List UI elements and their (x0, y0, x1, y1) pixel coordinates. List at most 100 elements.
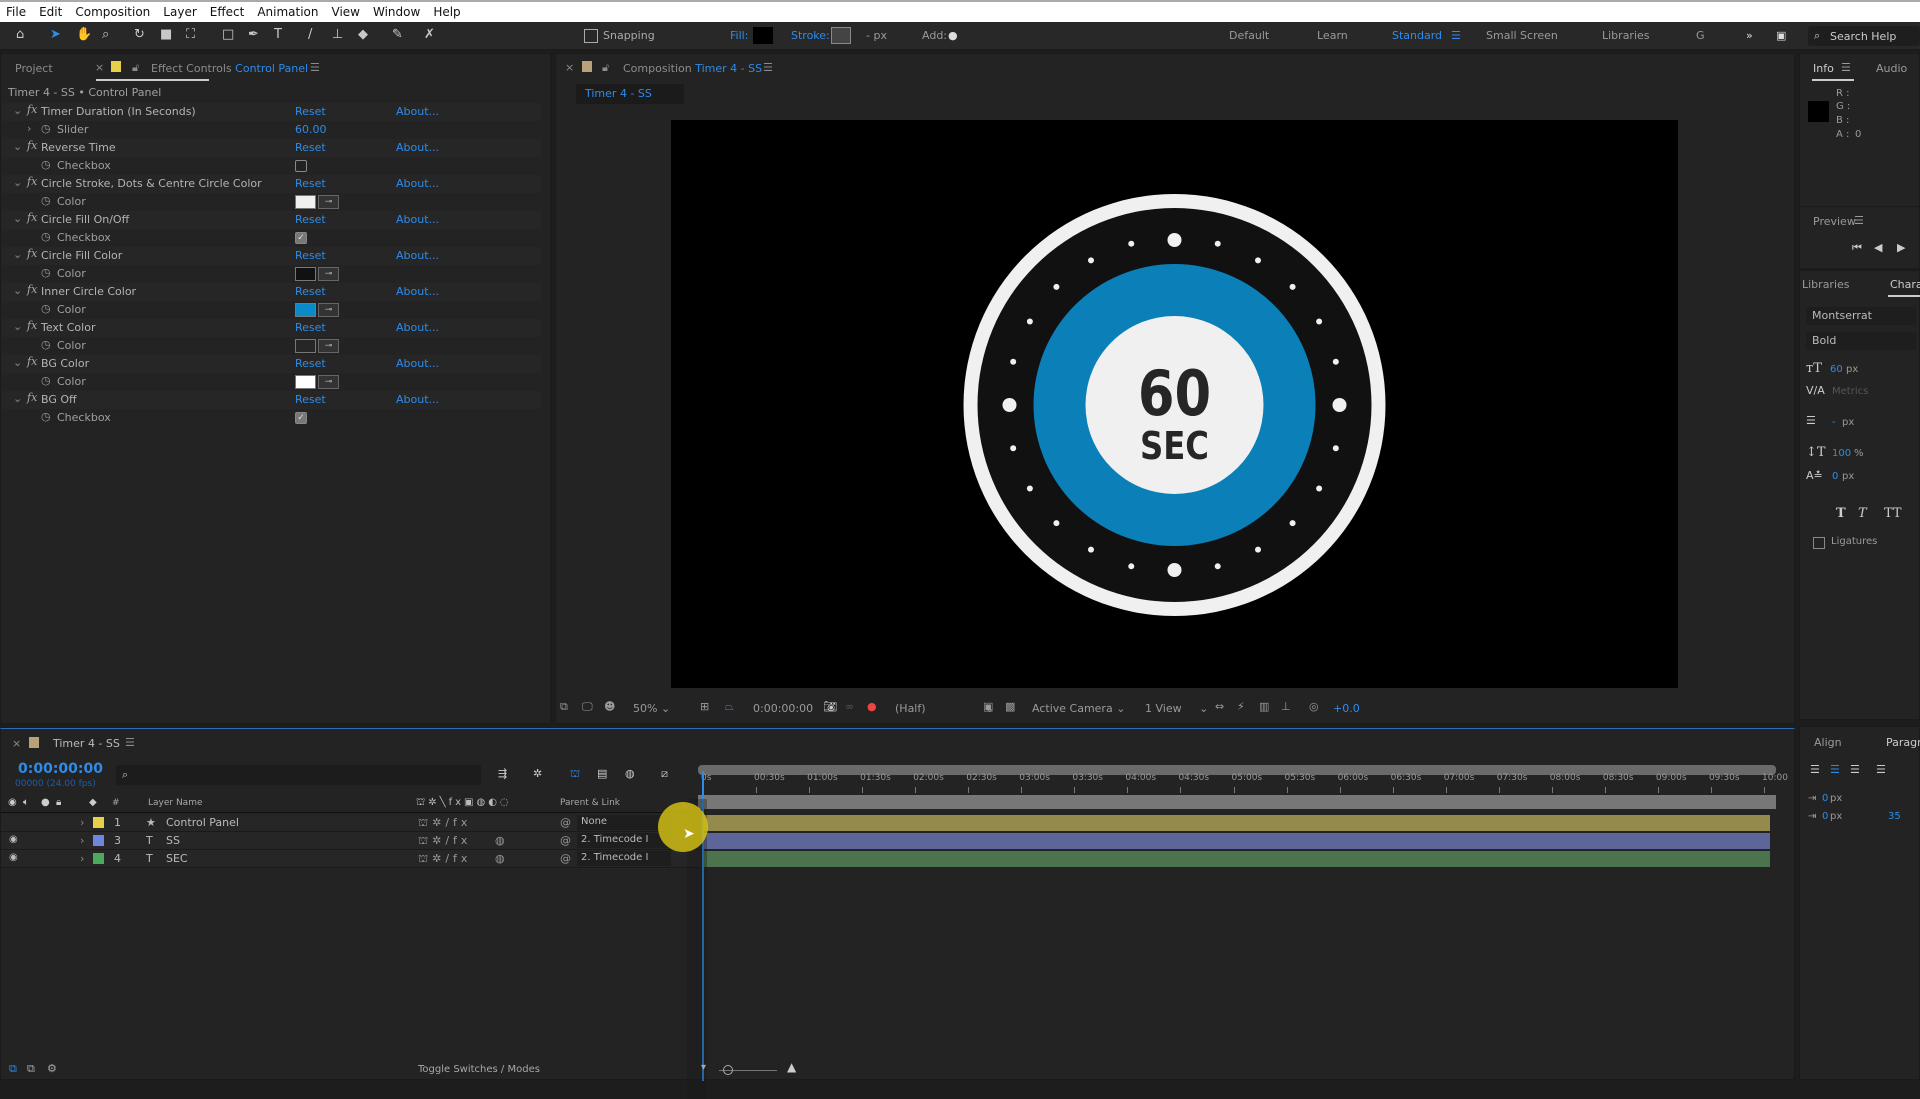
panel-menu-icon[interactable]: ☰ (1854, 214, 1864, 227)
toggle-pixel-aspect-icon[interactable]: ⇔ (1215, 700, 1224, 713)
align-right-icon[interactable]: ☰ (1850, 763, 1860, 776)
pick-whip-icon[interactable]: @ (560, 852, 571, 865)
tab-effect-controls[interactable]: Effect Controls Control Panel (151, 62, 308, 75)
reset-link[interactable]: Reset (295, 177, 326, 190)
add-icon[interactable]: ● (948, 29, 958, 42)
menu-help[interactable]: Help (433, 5, 460, 19)
menu-edit[interactable]: Edit (39, 5, 62, 19)
chevron-down-icon[interactable]: ⌄ (13, 248, 22, 261)
reset-link[interactable]: Reset (295, 357, 326, 370)
layer-duration-bar[interactable] (703, 833, 1770, 849)
fx-icon[interactable]: fx (27, 319, 37, 332)
eyedropper-icon[interactable]: ⊸ (318, 303, 339, 317)
ligatures-checkbox[interactable] (1813, 537, 1825, 549)
eye-icon[interactable]: ◉ (9, 834, 18, 845)
reset-link[interactable]: Reset (295, 213, 326, 226)
clone-stamp-icon[interactable]: ⊥ (332, 27, 343, 42)
composition-mini-flowchart-icon[interactable]: ⇶ (498, 767, 507, 780)
home-icon[interactable]: ⌂ (16, 27, 24, 42)
layer-switches[interactable]: ⛫✲/fx (418, 834, 471, 849)
menu-window[interactable]: Window (373, 5, 420, 19)
stopwatch-icon[interactable]: ◷ (41, 158, 51, 171)
workspace-menu-icon[interactable]: ☰ (1451, 29, 1461, 42)
pick-whip-icon[interactable]: @ (560, 834, 571, 847)
checkbox[interactable]: ✓ (295, 412, 307, 424)
region-of-interest-icon[interactable]: ▣ (983, 700, 993, 713)
layer-duration-bar[interactable] (703, 815, 1770, 831)
about-link[interactable]: About... (396, 357, 439, 370)
parent-dropdown[interactable]: 2. Timecode I (577, 851, 671, 866)
show-snapshot-icon[interactable]: ∞ (845, 700, 854, 713)
solo-icon[interactable]: ● (41, 797, 50, 808)
tab-align[interactable]: Align (1814, 736, 1842, 749)
chevron-down-icon[interactable]: ⌄ (13, 284, 22, 297)
more-workspaces-icon[interactable]: » (1746, 29, 1753, 42)
workspace-g[interactable]: G (1696, 29, 1705, 42)
align-center-icon[interactable]: ☰ (1830, 763, 1840, 776)
effect-row[interactable]: ⌄ fx Circle Fill On/Off Reset About... (1, 211, 541, 229)
all-caps-icon[interactable]: TT (1884, 506, 1902, 521)
parent-dropdown[interactable]: None (577, 815, 671, 830)
lock-icon[interactable]: 🔓︎ (602, 61, 609, 75)
hand-tool-icon[interactable]: ✋ (76, 27, 92, 42)
pick-whip-icon[interactable]: @ (560, 816, 571, 829)
timeline-icon[interactable]: ▥ (1259, 700, 1269, 713)
tab-libraries[interactable]: Libraries (1802, 278, 1850, 291)
lock-icon[interactable]: 🔒︎ (56, 797, 61, 808)
motion-blur-icon[interactable]: ◍ (625, 767, 635, 780)
layer-color-label[interactable] (93, 853, 104, 864)
video-switch-icon[interactable]: ◉ (8, 797, 17, 808)
previous-frame-icon[interactable]: ◀︎ (1874, 241, 1882, 254)
roto-brush-icon[interactable]: ✎ (392, 27, 403, 42)
color-swatch[interactable] (295, 303, 316, 317)
snapshot-icon[interactable]: 📷︎ (823, 700, 837, 713)
chevron-right-icon[interactable]: › (27, 122, 31, 135)
about-link[interactable]: About... (396, 321, 439, 334)
chevron-down-icon[interactable]: ⌄ (13, 320, 22, 333)
layer-name[interactable]: SS (166, 834, 180, 847)
menu-effect[interactable]: Effect (210, 5, 245, 19)
layer-row[interactable]: ◉ › 4 T SEC ⛫✲/fx ◍ @ 2. Timecode I (1, 850, 701, 868)
stopwatch-icon[interactable]: ◷ (41, 374, 51, 387)
search-help-field[interactable]: ⌕ Search Help (1808, 26, 1920, 46)
workspace-default[interactable]: Default (1229, 29, 1269, 42)
layer-switches[interactable]: ⛫✲/fx (418, 852, 471, 867)
faux-italic-icon[interactable]: T (1858, 506, 1867, 521)
menu-composition[interactable]: Composition (75, 5, 150, 19)
eyedropper-icon[interactable]: ⊸ (318, 375, 339, 389)
panel-menu-icon[interactable]: ☰ (310, 61, 320, 74)
layer-color-label[interactable] (93, 835, 104, 846)
composition-viewer[interactable]: 60 SEC (671, 120, 1678, 688)
layer-switches-icon[interactable]: ⧉ (27, 1062, 35, 1076)
workspace-learn[interactable]: Learn (1317, 29, 1348, 42)
panel-menu-icon[interactable]: ☰ (1841, 61, 1851, 74)
tab-info[interactable]: Info (1813, 62, 1834, 75)
transparency-grid-icon[interactable]: ⏢ (725, 700, 734, 714)
chevron-down-icon[interactable]: ⌄ (13, 140, 22, 153)
about-link[interactable]: About... (396, 285, 439, 298)
tab-character[interactable]: Chara (1890, 278, 1920, 291)
selection-tool-icon[interactable]: ➤ (50, 27, 61, 42)
effect-row[interactable]: ⌄ fx Circle Fill Color Reset About... (1, 247, 541, 265)
reset-link[interactable]: Reset (295, 141, 326, 154)
reset-link[interactable]: Reset (295, 249, 326, 262)
color-swatch[interactable] (295, 375, 316, 389)
effect-row[interactable]: ⌄ fx Inner Circle Color Reset About... (1, 283, 541, 301)
effect-row[interactable]: ⌄ fx Reverse Time Reset About... (1, 139, 541, 157)
menu-view[interactable]: View (332, 5, 360, 19)
chevron-right-icon[interactable]: › (80, 816, 84, 829)
channel-icon[interactable]: ● (867, 700, 877, 713)
rectangle-tool-icon[interactable]: □ (222, 27, 234, 42)
audio-switch-icon[interactable]: 🔈︎ (23, 797, 29, 808)
fx-icon[interactable]: fx (27, 211, 37, 224)
menu-file[interactable]: File (6, 5, 26, 19)
layer-duration-bar[interactable] (703, 851, 1770, 867)
layer-name-header[interactable]: Layer Name (148, 798, 203, 808)
effect-row[interactable]: ⌄ fx Timer Duration (In Seconds) Reset A… (1, 103, 541, 121)
exposure-value[interactable]: +0.0 (1333, 702, 1360, 715)
kerning-dropdown[interactable]: Metrics (1832, 386, 1868, 397)
menu-animation[interactable]: Animation (257, 5, 318, 19)
color-swatch[interactable] (295, 195, 316, 209)
tab-paragraph[interactable]: Paragr (1886, 736, 1920, 749)
parent-dropdown[interactable]: 2. Timecode I (577, 833, 671, 848)
